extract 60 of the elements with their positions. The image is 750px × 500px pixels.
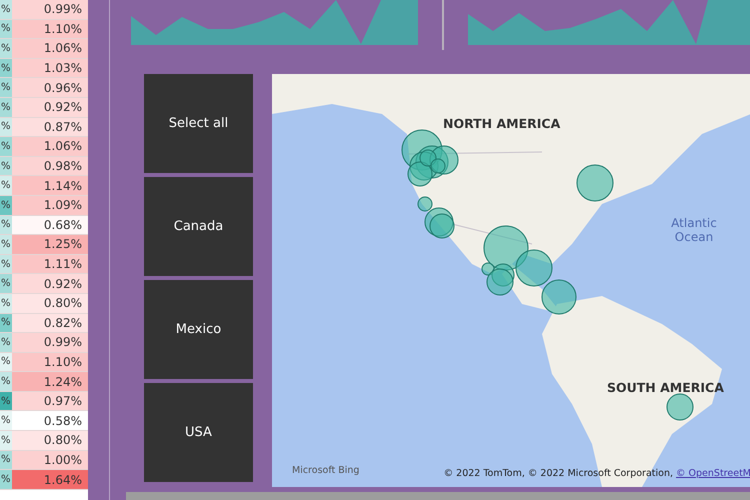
map-label: NORTH AMERICA [443,116,560,131]
map-label: Atlantic Ocean [670,216,718,245]
table-cell: 1.06% [12,39,88,58]
copyright-link[interactable]: © OpenStreetM [676,468,750,479]
table-cell: % [0,156,12,176]
table-cell: 1.10% [12,352,88,372]
table-cell: % [0,98,12,117]
map-logo: Microsoft Bing [292,465,360,476]
table-cell: 0.80% [12,431,88,450]
table-cell: % [0,78,12,97]
table-cell: 0.68% [12,216,88,234]
table-cell: 0.92% [12,98,88,117]
table-cell: % [0,450,12,470]
table-cell: 0.97% [12,392,88,410]
table-cell: 0.87% [12,118,88,136]
table-cell: 1.64% [12,470,88,489]
table-cell: 0.92% [12,274,88,293]
table-cell: % [0,216,12,234]
table-cell: 1.10% [12,20,88,38]
table-cell: % [0,274,12,293]
table-cell: % [0,314,12,332]
slicer-button[interactable]: USA [144,383,253,482]
slicer-button[interactable]: Canada [144,177,253,276]
table-cell: 0.99% [12,0,88,19]
map-label: SOUTH AMERICA [607,380,724,395]
copyright-text: © 2022 TomTom, © 2022 Microsoft Corporation, © OpenStreetM [444,468,750,479]
map[interactable]: NORTH AMERICA Atlantic Ocean SOUTH AMERICA Microsoft Bing © 2022 TomTom, © 2022 Microsoft Corporation, © OpenStreetM [272,74,750,487]
table-cell: % [0,392,12,410]
table-cell: 0.82% [12,314,88,332]
table-cell: 1.11% [12,254,88,274]
table-cell: % [0,431,12,450]
table-cell: % [0,470,12,489]
table-cell: 1.03% [12,58,88,78]
table-cell: % [0,294,12,312]
table-cell: % [0,137,12,156]
table-cell: % [0,0,12,19]
slicer-button[interactable]: Select all [144,74,253,173]
table-cell: 0.80% [12,294,88,312]
slicer-button[interactable]: Mexico [144,280,253,379]
table-cell: 1.25% [12,235,88,254]
table-cell: 1.14% [12,176,88,195]
table-cell: % [0,196,12,215]
table-cell: 1.06% [12,137,88,156]
table-cell: % [0,372,12,391]
table-cell: 0.98% [12,156,88,176]
table-cell: % [0,39,12,58]
table-cell: % [0,333,12,352]
table-cell: 0.96% [12,78,88,97]
table-cell: 1.00% [12,450,88,470]
table-cell: 1.09% [12,196,88,215]
table-cell: % [0,411,12,430]
table-cell: 1.24% [12,372,88,391]
table-cell: % [0,235,12,254]
table-cell: % [0,176,12,195]
table-cell: % [0,254,12,274]
table-cell: % [0,20,12,38]
table-cell: 0.99% [12,333,88,352]
table-cell: % [0,118,12,136]
table-cell: % [0,352,12,372]
table-cell: % [0,58,12,78]
